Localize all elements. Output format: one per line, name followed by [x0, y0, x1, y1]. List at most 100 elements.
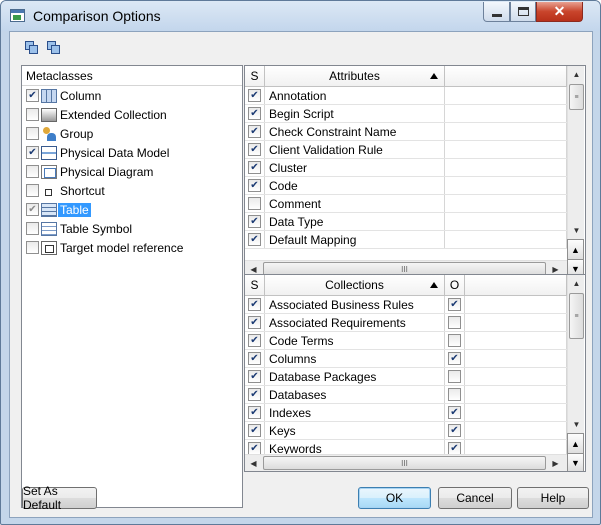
- attribute-s-checkbox[interactable]: [248, 107, 261, 120]
- collections-o-column-header[interactable]: O: [445, 275, 465, 296]
- attribute-s-checkbox[interactable]: [248, 143, 261, 156]
- scroll-right-icon[interactable]: ▶: [547, 455, 564, 471]
- ok-button[interactable]: OK: [358, 487, 431, 509]
- collection-s-checkbox[interactable]: [248, 424, 261, 437]
- collection-s-cell[interactable]: [245, 332, 265, 349]
- attribute-s-checkbox[interactable]: [248, 197, 261, 210]
- collection-s-checkbox[interactable]: [248, 370, 261, 383]
- metaclass-checkbox[interactable]: [26, 184, 39, 197]
- metaclass-label[interactable]: Group: [60, 127, 93, 141]
- collection-row[interactable]: Associated Requirements: [245, 314, 567, 332]
- attribute-s-cell[interactable]: [245, 105, 265, 122]
- scroll-left-icon[interactable]: ◀: [245, 455, 262, 471]
- collection-o-checkbox[interactable]: [448, 406, 461, 419]
- metaclass-checkbox[interactable]: [26, 165, 39, 178]
- metaclass-checkbox[interactable]: [26, 108, 39, 121]
- metaclass-label[interactable]: Table: [58, 202, 91, 217]
- metaclass-label[interactable]: Physical Data Model: [60, 146, 169, 160]
- deselect-all-icon[interactable]: [47, 41, 60, 54]
- metaclass-checkbox[interactable]: [26, 241, 39, 254]
- attribute-s-checkbox[interactable]: [248, 161, 261, 174]
- metaclasses-list[interactable]: Metaclasses Column Extended Collection Gro…: [21, 65, 243, 508]
- attribute-s-cell[interactable]: [245, 213, 265, 230]
- metaclass-label[interactable]: Physical Diagram: [60, 165, 153, 179]
- attribute-s-cell[interactable]: [245, 177, 265, 194]
- metaclass-checkbox[interactable]: [26, 127, 39, 140]
- collection-o-cell[interactable]: [445, 422, 465, 439]
- metaclass-label[interactable]: Extended Collection: [60, 108, 167, 122]
- attribute-s-cell[interactable]: [245, 159, 265, 176]
- collection-s-checkbox[interactable]: [248, 406, 261, 419]
- collection-row[interactable]: Keys: [245, 422, 567, 440]
- metaclass-item[interactable]: Group: [22, 124, 242, 143]
- collections-hscroll-thumb[interactable]: III: [263, 456, 546, 470]
- metaclass-checkbox[interactable]: [26, 222, 39, 235]
- collection-o-cell[interactable]: [445, 368, 465, 385]
- metaclass-item[interactable]: Column: [22, 86, 242, 105]
- collection-s-cell[interactable]: [245, 314, 265, 331]
- metaclass-label[interactable]: Target model reference: [60, 241, 183, 255]
- set-as-default-button[interactable]: Set As Default: [22, 484, 97, 512]
- attribute-row[interactable]: Begin Script: [245, 105, 567, 123]
- collections-name-column-header[interactable]: Collections: [265, 275, 445, 296]
- attributes-grid[interactable]: S Attributes AnnotationBegin ScriptCheck…: [244, 65, 586, 278]
- attribute-s-cell[interactable]: [245, 195, 265, 212]
- collection-row[interactable]: Indexes: [245, 404, 567, 422]
- collection-s-cell[interactable]: [245, 422, 265, 439]
- collection-s-checkbox[interactable]: [248, 352, 261, 365]
- attributes-vertical-scrollbar[interactable]: ▲ ≡ ▼: [567, 66, 584, 239]
- metaclass-item[interactable]: Shortcut: [22, 181, 242, 200]
- collection-o-cell[interactable]: [445, 296, 465, 313]
- scroll-down-icon[interactable]: ▼: [568, 416, 585, 433]
- collection-o-checkbox[interactable]: [448, 370, 461, 383]
- collection-row[interactable]: Columns: [245, 350, 567, 368]
- attribute-row[interactable]: Cluster: [245, 159, 567, 177]
- attribute-s-cell[interactable]: [245, 87, 265, 104]
- collection-o-checkbox[interactable]: [448, 388, 461, 401]
- collection-s-checkbox[interactable]: [248, 316, 261, 329]
- collection-o-checkbox[interactable]: [448, 424, 461, 437]
- attribute-row[interactable]: Default Mapping: [245, 231, 567, 249]
- metaclass-item[interactable]: Extended Collection: [22, 105, 242, 124]
- metaclass-checkbox[interactable]: [26, 89, 39, 102]
- collection-o-cell[interactable]: [445, 386, 465, 403]
- attributes-name-column-header[interactable]: Attributes: [265, 66, 445, 87]
- collection-row[interactable]: Code Terms: [245, 332, 567, 350]
- metaclass-item[interactable]: Table: [22, 200, 242, 219]
- collection-o-cell[interactable]: [445, 404, 465, 421]
- collection-s-cell[interactable]: [245, 386, 265, 403]
- attribute-row[interactable]: Data Type: [245, 213, 567, 231]
- close-button[interactable]: ✕: [536, 2, 583, 22]
- attribute-s-cell[interactable]: [245, 231, 265, 248]
- metaclass-label[interactable]: Column: [60, 89, 101, 103]
- collection-o-checkbox[interactable]: [448, 298, 461, 311]
- scroll-down-icon[interactable]: ▼: [568, 222, 585, 239]
- scroll-up-icon[interactable]: ▲: [568, 275, 585, 292]
- collection-o-cell[interactable]: [445, 332, 465, 349]
- metaclass-checkbox[interactable]: [26, 146, 39, 159]
- collection-s-checkbox[interactable]: [248, 298, 261, 311]
- collection-s-checkbox[interactable]: [248, 388, 261, 401]
- collection-o-checkbox[interactable]: [448, 316, 461, 329]
- title-bar[interactable]: Comparison Options ✕: [1, 1, 600, 31]
- attributes-scroll-thumb[interactable]: ≡: [569, 84, 584, 110]
- select-all-icon[interactable]: [25, 41, 38, 54]
- metaclass-checkbox[interactable]: [26, 203, 39, 216]
- collections-vertical-scrollbar[interactable]: ▲ ≡ ▼: [567, 275, 584, 433]
- metaclass-label[interactable]: Shortcut: [60, 184, 105, 198]
- collection-o-checkbox[interactable]: [448, 334, 461, 347]
- collection-s-cell[interactable]: [245, 368, 265, 385]
- scroll-up-icon[interactable]: ▲: [568, 66, 585, 83]
- collection-o-cell[interactable]: [445, 314, 465, 331]
- attribute-s-cell[interactable]: [245, 141, 265, 158]
- collection-s-cell[interactable]: [245, 350, 265, 367]
- metaclass-item[interactable]: Target model reference: [22, 238, 242, 257]
- attributes-page-up-button[interactable]: ▲: [567, 239, 584, 260]
- help-button[interactable]: Help: [517, 487, 589, 509]
- collections-s-column-header[interactable]: S: [245, 275, 265, 296]
- collection-o-cell[interactable]: [445, 350, 465, 367]
- collection-row[interactable]: Databases: [245, 386, 567, 404]
- collections-grid[interactable]: S Collections O Associated Business Rule…: [244, 274, 586, 472]
- attribute-s-checkbox[interactable]: [248, 215, 261, 228]
- collections-horizontal-scrollbar[interactable]: ◀ III ▶: [245, 454, 567, 471]
